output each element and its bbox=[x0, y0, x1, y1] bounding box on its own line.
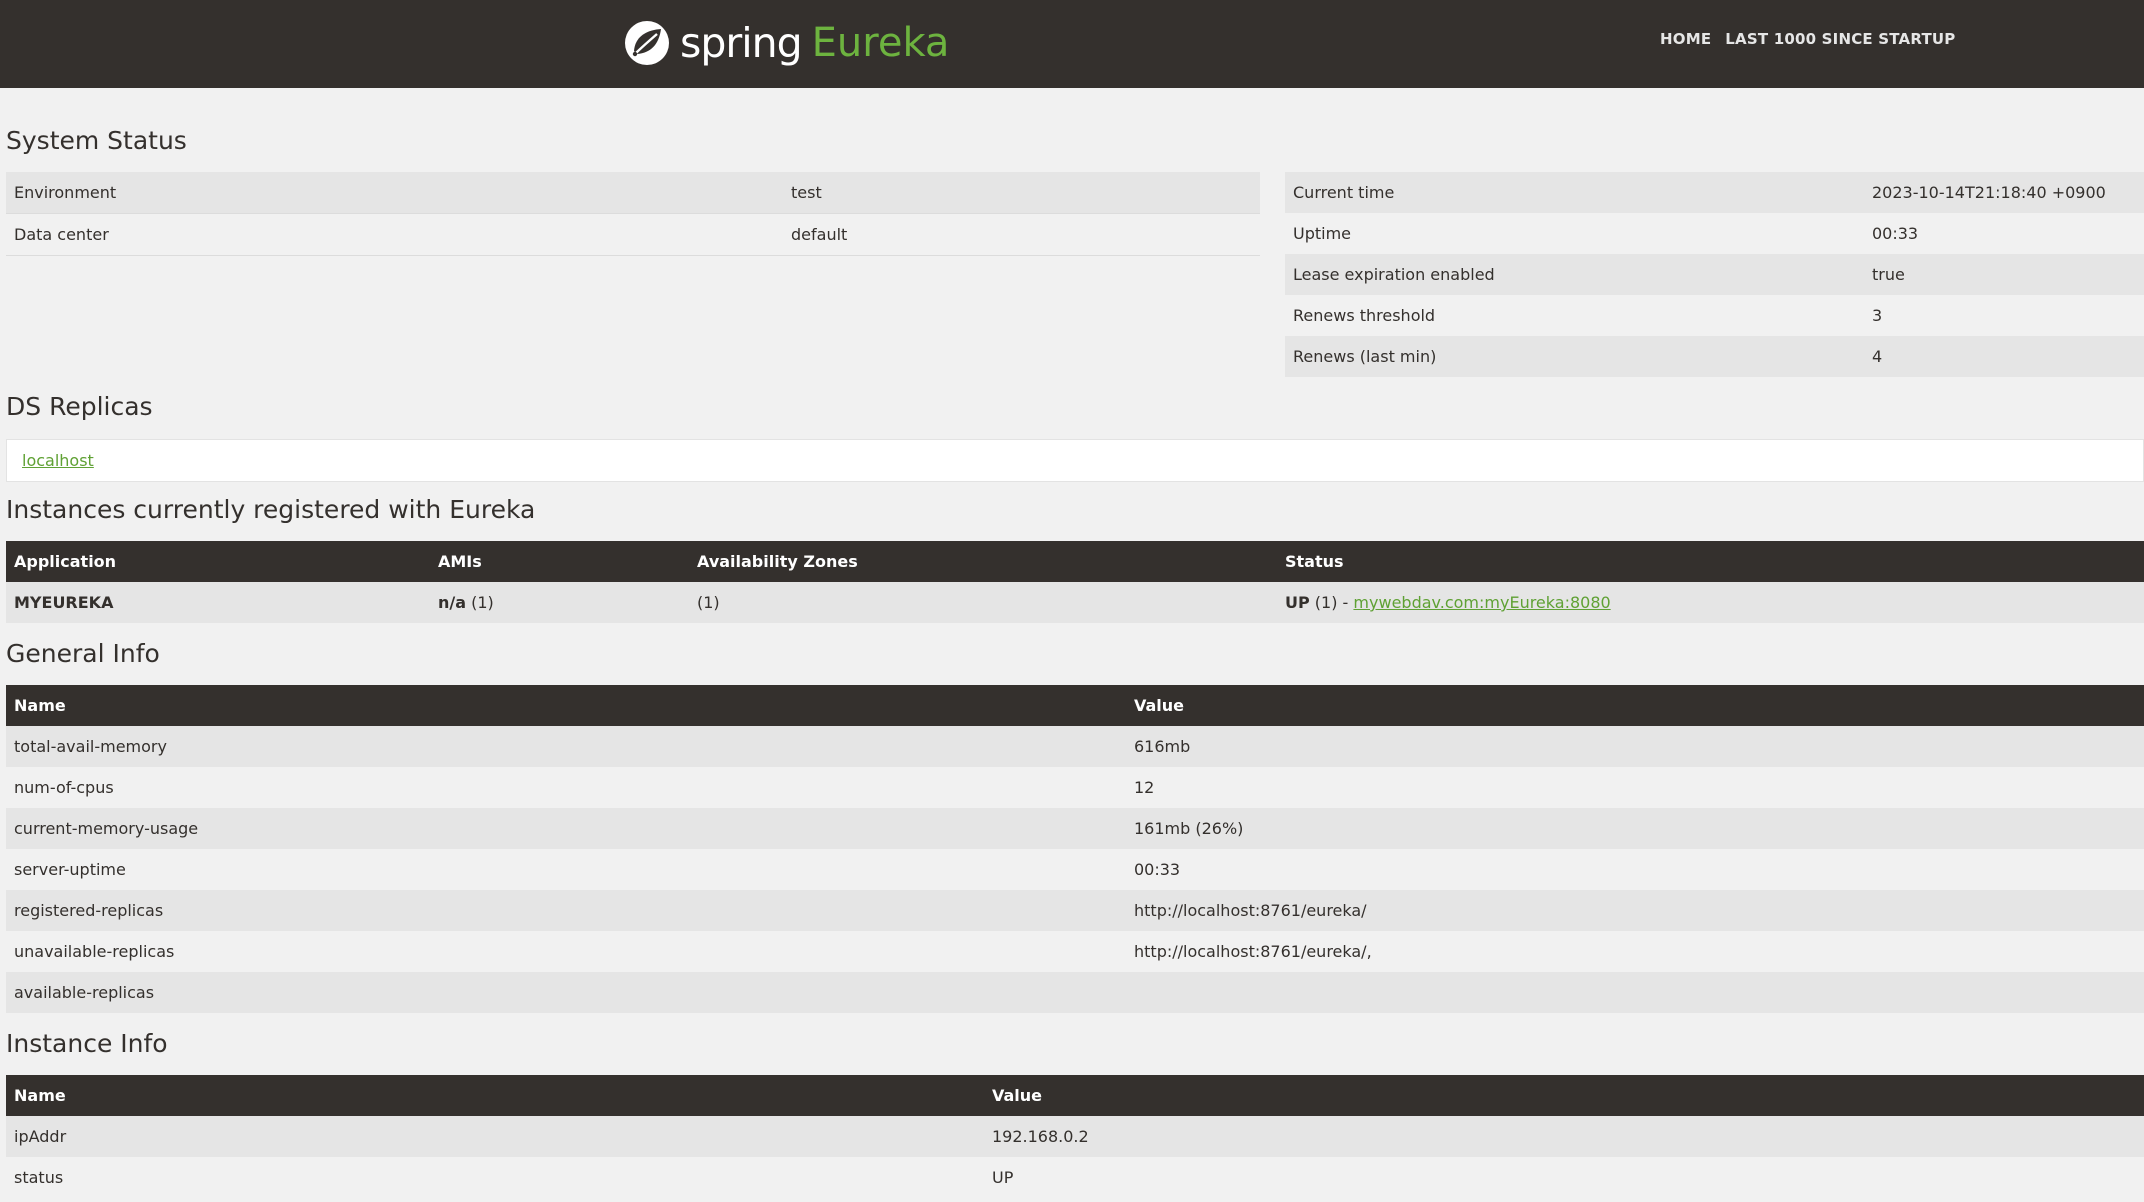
col-header-status: Status bbox=[1277, 541, 2144, 582]
replica-localhost-link[interactable]: localhost bbox=[22, 451, 94, 470]
ds-replicas-title: DS Replicas bbox=[6, 392, 153, 421]
table-row: unavailable-replicas http://localhost:876… bbox=[6, 931, 2144, 972]
table-row: Renews (last min) 4 bbox=[1285, 336, 2144, 377]
system-status-title: System Status bbox=[6, 126, 187, 155]
table-row: Environment test bbox=[6, 172, 1260, 214]
ds-replicas-list: localhost bbox=[6, 439, 2144, 482]
info-name-cell: total-avail-memory bbox=[6, 726, 1126, 767]
brand-spring-text: spring bbox=[680, 19, 803, 67]
status-value-cell: 00:33 bbox=[1864, 213, 2144, 254]
navbar: spring Eureka HOME LAST 1000 SINCE START… bbox=[0, 0, 2144, 88]
nav-last-1000-link[interactable]: LAST 1000 SINCE STARTUP bbox=[1725, 30, 1955, 48]
status-up-badge: UP bbox=[1285, 593, 1310, 612]
info-name-cell: ipAddr bbox=[6, 1116, 984, 1157]
instance-info-table: Name Value ipAddr 192.168.0.2 status UP bbox=[6, 1075, 2144, 1198]
status-name-cell: Lease expiration enabled bbox=[1285, 254, 1864, 295]
table-header-row: Application AMIs Availability Zones Stat… bbox=[6, 541, 2144, 582]
info-value-cell: 192.168.0.2 bbox=[984, 1116, 2144, 1157]
instances-table: Application AMIs Availability Zones Stat… bbox=[6, 541, 2144, 623]
amis-cell: n/a (1) bbox=[430, 582, 689, 623]
zones-cell: (1) bbox=[689, 582, 1277, 623]
col-header-zones: Availability Zones bbox=[689, 541, 1277, 582]
info-name-cell: unavailable-replicas bbox=[6, 931, 1126, 972]
info-value-cell: 12 bbox=[1126, 767, 2144, 808]
table-row: Data center default bbox=[6, 213, 1260, 256]
table-row: server-uptime 00:33 bbox=[6, 849, 2144, 890]
application-name: MYEUREKA bbox=[14, 593, 114, 612]
status-name-cell: Current time bbox=[1285, 172, 1864, 213]
info-value-cell bbox=[1126, 972, 2144, 1013]
col-header-value: Value bbox=[1126, 685, 2144, 726]
status-cell: UP (1) - mywebdav.com:myEureka:8080 bbox=[1277, 582, 2144, 623]
table-row: num-of-cpus 12 bbox=[6, 767, 2144, 808]
top-nav: HOME LAST 1000 SINCE STARTUP bbox=[1660, 30, 1955, 48]
info-value-cell: 00:33 bbox=[1126, 849, 2144, 890]
status-name-cell: Renews threshold bbox=[1285, 295, 1864, 336]
system-status-left-table: Environment test Data center default bbox=[6, 172, 1260, 256]
general-info-table: Name Value total-avail-memory 616mb num-o… bbox=[6, 685, 2144, 1013]
application-cell: MYEUREKA bbox=[6, 582, 430, 623]
nav-home-link[interactable]: HOME bbox=[1660, 30, 1711, 48]
info-value-cell: 161mb (26%) bbox=[1126, 808, 2144, 849]
info-name-cell: server-uptime bbox=[6, 849, 1126, 890]
status-value-cell: test bbox=[783, 172, 1260, 214]
info-name-cell: status bbox=[6, 1157, 984, 1198]
table-row: Uptime 00:33 bbox=[1285, 213, 2144, 254]
status-value-cell: true bbox=[1864, 254, 2144, 295]
table-row: registered-replicas http://localhost:8761… bbox=[6, 890, 2144, 931]
col-header-name: Name bbox=[6, 685, 1126, 726]
table-header-row: Name Value bbox=[6, 1075, 2144, 1116]
amis-value: n/a bbox=[438, 593, 467, 612]
table-header-row: Name Value bbox=[6, 685, 2144, 726]
info-value-cell: 616mb bbox=[1126, 726, 2144, 767]
brand-logo-link[interactable]: spring Eureka bbox=[624, 18, 949, 68]
status-value-cell: default bbox=[783, 213, 1260, 256]
table-row: Renews threshold 3 bbox=[1285, 295, 2144, 336]
status-name-cell: Renews (last min) bbox=[1285, 336, 1864, 377]
info-value-cell: UP bbox=[984, 1157, 2144, 1198]
table-row: available-replicas bbox=[6, 972, 2144, 1013]
system-status-right-table: Current time 2023-10-14T21:18:40 +0900 U… bbox=[1285, 172, 2144, 377]
table-row: status UP bbox=[6, 1157, 2144, 1198]
info-name-cell: available-replicas bbox=[6, 972, 1126, 1013]
status-name-cell: Uptime bbox=[1285, 213, 1864, 254]
table-row: ipAddr 192.168.0.2 bbox=[6, 1116, 2144, 1157]
table-row: current-memory-usage 161mb (26%) bbox=[6, 808, 2144, 849]
info-name-cell: registered-replicas bbox=[6, 890, 1126, 931]
col-header-name: Name bbox=[6, 1075, 984, 1116]
info-name-cell: num-of-cpus bbox=[6, 767, 1126, 808]
status-count: (1) - bbox=[1309, 593, 1354, 612]
general-info-title: General Info bbox=[6, 639, 160, 668]
table-row: total-avail-memory 616mb bbox=[6, 726, 2144, 767]
spring-leaf-logo-icon bbox=[625, 21, 669, 65]
status-value-cell: 3 bbox=[1864, 295, 2144, 336]
status-value-cell: 2023-10-14T21:18:40 +0900 bbox=[1864, 172, 2144, 213]
instances-title: Instances currently registered with Eure… bbox=[6, 495, 536, 524]
instance-info-title: Instance Info bbox=[6, 1029, 168, 1058]
table-row: MYEUREKA n/a (1) (1) UP (1) - mywebdav.c… bbox=[6, 582, 2144, 623]
info-value-cell: http://localhost:8761/eureka/, bbox=[1126, 931, 2144, 972]
status-name-cell: Environment bbox=[6, 172, 783, 214]
info-value-cell: http://localhost:8761/eureka/ bbox=[1126, 890, 2144, 931]
col-header-amis: AMIs bbox=[430, 541, 689, 582]
instance-link[interactable]: mywebdav.com:myEureka:8080 bbox=[1353, 593, 1610, 612]
col-header-value: Value bbox=[984, 1075, 2144, 1116]
status-value-cell: 4 bbox=[1864, 336, 2144, 377]
brand-eureka-text: Eureka bbox=[811, 20, 950, 66]
col-header-application: Application bbox=[6, 541, 430, 582]
amis-count: (1) bbox=[466, 593, 494, 612]
info-name-cell: current-memory-usage bbox=[6, 808, 1126, 849]
table-row: Current time 2023-10-14T21:18:40 +0900 bbox=[1285, 172, 2144, 213]
table-row: Lease expiration enabled true bbox=[1285, 254, 2144, 295]
status-name-cell: Data center bbox=[6, 213, 783, 256]
